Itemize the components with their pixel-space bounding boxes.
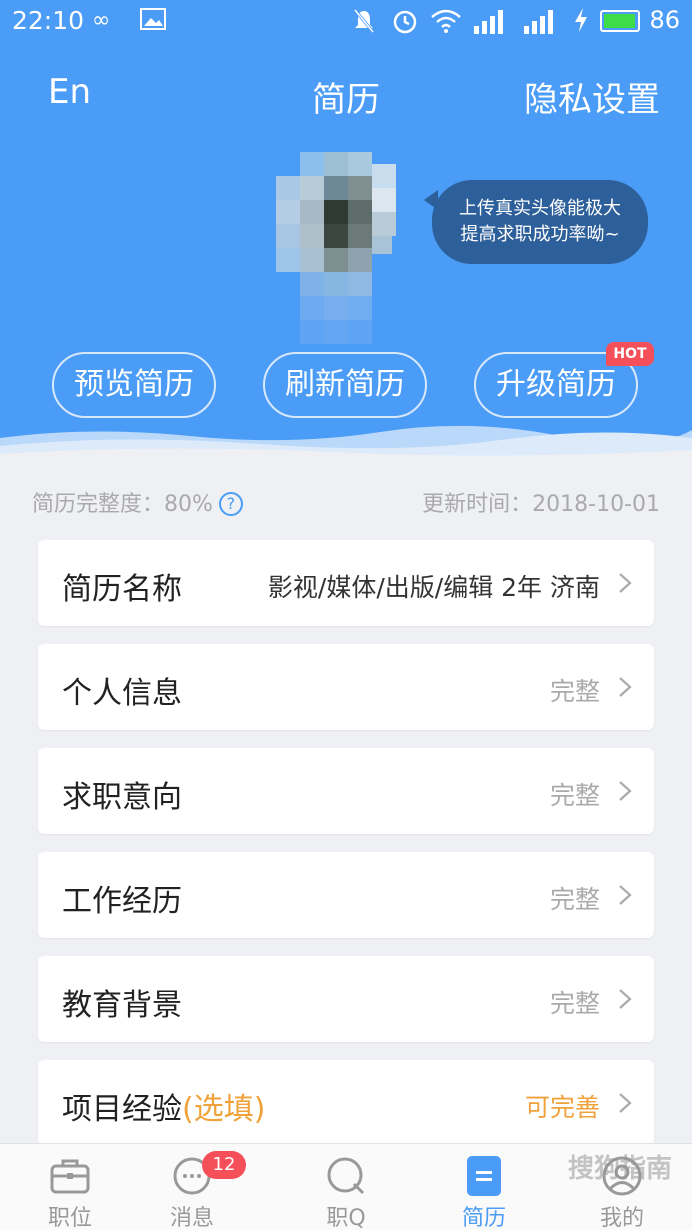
wifi-icon bbox=[430, 8, 462, 41]
section-status: 完整 bbox=[549, 781, 600, 810]
section-work-experience[interactable]: 工作经历 完整 bbox=[38, 852, 654, 938]
alarm-icon bbox=[392, 8, 418, 41]
resume-header: En 简历 隐私设置 上传真实头像能极大 提高求职成功率呦~ 预览简历 刷新简历… bbox=[0, 44, 692, 464]
section-personal-info[interactable]: 个人信息 完整 bbox=[38, 644, 654, 730]
section-label: 项目经验(选填) bbox=[62, 1084, 265, 1128]
avatar-tip-bubble: 上传真实头像能极大 提高求职成功率呦~ bbox=[424, 180, 648, 264]
section-label: 简历名称 bbox=[62, 572, 182, 607]
chevron-right-icon bbox=[619, 885, 632, 905]
privacy-settings-link[interactable]: 隐私设置 bbox=[524, 72, 660, 121]
chevron-right-icon bbox=[619, 677, 632, 697]
section-value: 影视/媒体/出版/编辑 2年 济南 bbox=[267, 573, 600, 602]
bubble-line-2: 提高求职成功率呦~ bbox=[460, 224, 620, 245]
completeness-label: 简历完整度：80% bbox=[32, 492, 213, 517]
section-status: 完整 bbox=[549, 989, 600, 1018]
section-job-intention[interactable]: 求职意向 完整 bbox=[38, 748, 654, 834]
section-label: 求职意向 bbox=[62, 780, 182, 815]
avatar[interactable] bbox=[276, 152, 410, 352]
charging-icon bbox=[574, 8, 588, 39]
tab-jobs[interactable]: 职位 bbox=[20, 1144, 120, 1230]
tab-label: 我的 bbox=[599, 1206, 644, 1230]
tab-resume[interactable]: 简历 bbox=[434, 1144, 534, 1230]
status-time: 22:10 bbox=[12, 6, 85, 35]
briefcase-icon bbox=[50, 1159, 90, 1194]
section-status: 可完善 bbox=[524, 1093, 600, 1122]
mute-icon bbox=[352, 8, 376, 41]
section-label: 工作经历 bbox=[62, 884, 182, 919]
section-label: 教育背景 bbox=[62, 988, 182, 1023]
chevron-right-icon bbox=[619, 1093, 632, 1113]
tab-label: 简历 bbox=[461, 1206, 506, 1230]
optional-tag: (选填) bbox=[182, 1092, 266, 1127]
hot-badge: HOT bbox=[606, 342, 654, 366]
watermark: 搜狗指南 bbox=[567, 1154, 672, 1184]
bubble-line-1: 上传真实头像能极大 bbox=[459, 198, 621, 219]
tab-label: 职Q bbox=[326, 1206, 366, 1230]
battery-level: 86 bbox=[649, 6, 680, 34]
section-status: 完整 bbox=[549, 885, 600, 914]
chevron-right-icon bbox=[619, 573, 632, 593]
section-resume-name[interactable]: 简历名称 影视/媒体/出版/编辑 2年 济南 bbox=[38, 540, 654, 626]
tab-label: 职位 bbox=[47, 1206, 92, 1230]
chevron-right-icon bbox=[619, 989, 632, 1009]
signal-icon bbox=[474, 8, 510, 41]
image-icon bbox=[140, 8, 166, 37]
q-icon bbox=[327, 1157, 365, 1195]
section-label: 个人信息 bbox=[62, 676, 182, 711]
tab-zhiq[interactable]: 职Q bbox=[296, 1144, 396, 1230]
update-time: 更新时间：2018-10-01 bbox=[422, 492, 660, 517]
tab-label: 消息 bbox=[169, 1206, 214, 1230]
section-projects[interactable]: 项目经验(选填) 可完善 bbox=[38, 1060, 654, 1146]
resume-icon bbox=[467, 1156, 501, 1196]
completeness-text: 简历完整度：80%? bbox=[32, 486, 243, 518]
signal-icon bbox=[524, 8, 560, 41]
refresh-resume-button[interactable]: 刷新简历 bbox=[263, 352, 427, 418]
messages-unread-badge: 12 bbox=[202, 1151, 246, 1179]
section-label-text: 项目经验 bbox=[62, 1092, 182, 1127]
infinity-icon: ∞ bbox=[92, 8, 111, 33]
language-toggle[interactable]: En bbox=[48, 72, 91, 112]
header-wave bbox=[0, 425, 692, 464]
section-status: 完整 bbox=[549, 677, 600, 706]
preview-resume-button[interactable]: 预览简历 bbox=[52, 352, 216, 418]
battery-icon bbox=[600, 10, 640, 32]
chevron-right-icon bbox=[619, 781, 632, 801]
section-education[interactable]: 教育背景 完整 bbox=[38, 956, 654, 1042]
status-bar: 22:10 ∞ 86 bbox=[0, 0, 692, 44]
help-icon[interactable]: ? bbox=[218, 492, 243, 516]
